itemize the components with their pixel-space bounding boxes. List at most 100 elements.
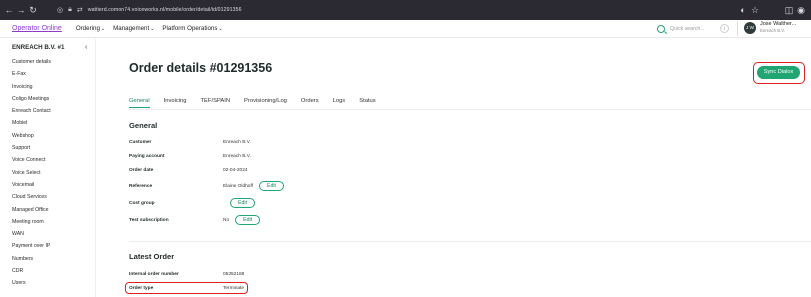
back-arrow-icon[interactable]: ← xyxy=(3,0,15,20)
tab-invoicing[interactable]: Invoicing xyxy=(164,97,187,109)
search-placeholder: Quick search... xyxy=(670,26,705,32)
tab-provisioning-log[interactable]: Provisioning/Log xyxy=(244,97,287,109)
sidebar: ENREACH B.V. #1 ‹ Customer details E-Fax… xyxy=(0,39,96,297)
sidebar-item-voice-select[interactable]: Voice Select xyxy=(12,167,51,179)
customer-label: Customer xyxy=(129,139,152,145)
brand-link[interactable]: Operator Online xyxy=(12,25,62,32)
test-subscription-value: No xyxy=(223,217,230,223)
tab-orders[interactable]: Orders xyxy=(301,97,319,109)
sidebar-item-managed-office[interactable]: Managed Office xyxy=(12,204,51,216)
internal-order-row: Internal order number 05352188 xyxy=(129,268,429,280)
tab-status[interactable]: Status xyxy=(359,97,375,109)
customer-row: Customer Enreach B.V. xyxy=(129,136,429,148)
sidebar-item-voicemail[interactable]: Voicemail xyxy=(12,179,51,191)
edit-reference-button[interactable]: Edit xyxy=(259,181,284,191)
account-icon[interactable]: ◉ xyxy=(795,0,807,20)
chevron-down-icon: ⌄ xyxy=(218,26,223,32)
user-org: Enreach B.V. xyxy=(760,28,785,33)
nav-platform-operations-label: Platform Operations xyxy=(162,25,218,32)
nav-platform-operations[interactable]: Platform Operations⌄ xyxy=(162,25,222,32)
page-title: Order details #01291356 xyxy=(129,61,273,75)
sidebar-item-coligo-meetings[interactable]: Coligo Meetings xyxy=(12,93,51,105)
chevron-left-icon[interactable]: ‹ xyxy=(85,44,87,51)
tab-general[interactable]: General xyxy=(129,97,150,109)
tab-divider xyxy=(129,109,811,110)
sidebar-item-payment-over-ip[interactable]: Payment over IP xyxy=(12,240,51,252)
extension-icon[interactable]: ◐ xyxy=(737,0,749,20)
bookmark-star-icon[interactable]: ☆ xyxy=(749,0,761,20)
sidebar-item-support[interactable]: Support xyxy=(12,142,51,154)
browser-nav: ← → ↻ xyxy=(3,0,39,20)
general-section-title: General xyxy=(129,121,158,130)
order-date-row: Order date 02-04-2024 xyxy=(129,164,429,176)
latest-order-title: Latest Order xyxy=(129,252,175,261)
paying-account-value: Enreach B.V. xyxy=(223,153,251,159)
sidebar-item-users[interactable]: Users xyxy=(12,277,51,289)
sync-dialox-button[interactable]: Sync Dialox xyxy=(757,66,800,79)
address-bar[interactable]: ◎ 🔒︎ ⇄ wattierd.comon74.voiceworks.nl/mo… xyxy=(57,0,737,20)
sidebar-item-e-fax[interactable]: E-Fax xyxy=(12,68,51,80)
reference-value: Elaine Oldhoff xyxy=(223,183,254,189)
reference-row: Reference Elaine Oldhoff Edit xyxy=(129,180,429,192)
lock-icon: 🔒︎ xyxy=(68,6,72,13)
paying-account-row: Paying account Enreach B.V. xyxy=(129,150,429,162)
nav-management[interactable]: Management⌄ xyxy=(113,25,154,32)
browser-right-icons: ◐ ☆ ◫ ◉ xyxy=(737,0,807,20)
tab-tef-spain[interactable]: TEF/SPAIN xyxy=(201,97,231,109)
pocket-icon[interactable]: ◫ xyxy=(783,0,795,20)
cost-group-row: Cost group Edit xyxy=(129,197,429,209)
tracking-icon: ⇄ xyxy=(76,7,83,14)
shield-icon: ◎ xyxy=(57,7,64,14)
chevron-down-icon: ⌄ xyxy=(100,26,106,32)
order-date-label: Order date xyxy=(129,167,154,173)
order-type-value: Terminate xyxy=(223,285,245,291)
search-shortcut-badge: / xyxy=(720,24,729,33)
sidebar-item-customer-details[interactable]: Customer details xyxy=(12,56,51,68)
sidebar-item-cdr[interactable]: CDR xyxy=(12,265,51,277)
chevron-down-icon: ⌄ xyxy=(150,26,155,32)
sidebar-title: ENREACH B.V. #1 xyxy=(12,44,65,51)
sidebar-item-voice-connect[interactable]: Voice Connect xyxy=(12,154,51,166)
sidebar-item-enreach-contact[interactable]: Enreach Contact xyxy=(12,105,51,117)
url-text: wattierd.comon74.voiceworks.nl/mobile/or… xyxy=(87,7,242,13)
header-divider xyxy=(737,22,738,36)
edit-test-subscription-button[interactable]: Edit xyxy=(235,215,261,225)
internal-order-label: Internal order number xyxy=(129,271,179,277)
paying-account-label: Paying account xyxy=(129,153,165,159)
sidebar-item-cloud-services[interactable]: Cloud Services xyxy=(12,191,51,203)
section-divider xyxy=(129,241,811,242)
order-date-value: 02-04-2024 xyxy=(223,167,248,173)
app-header: Operator Online Ordering⌄ Management⌄ Pl… xyxy=(0,20,811,38)
user-menu[interactable]: J W Jose Walther... Enreach B.V. xyxy=(744,21,796,34)
quick-search[interactable]: Quick search... / xyxy=(657,23,729,35)
sidebar-item-numbers[interactable]: Numbers xyxy=(12,253,51,265)
sidebar-item-wan[interactable]: WAN xyxy=(12,228,51,240)
order-type-label: Order type xyxy=(129,285,154,291)
user-name: Jose Walther... xyxy=(760,21,797,27)
customer-value: Enreach B.V. xyxy=(223,139,251,145)
sidebar-menu: Customer details E-Fax Invoicing Coligo … xyxy=(12,56,51,290)
tab-logs[interactable]: Logs xyxy=(333,97,346,109)
forward-arrow-icon[interactable]: → xyxy=(15,0,27,20)
main-content: Order details #01291356 Sync Dialox Gene… xyxy=(96,39,811,297)
cost-group-label: Cost group xyxy=(129,200,155,206)
reload-icon[interactable]: ↻ xyxy=(27,0,39,20)
reference-label: Reference xyxy=(129,183,153,189)
avatar: J W xyxy=(744,21,756,34)
sidebar-item-invoicing[interactable]: Invoicing xyxy=(12,81,51,93)
order-type-row: Order type Terminate xyxy=(129,282,429,294)
test-subscription-label: Test subscription xyxy=(129,217,169,223)
internal-order-value: 05352188 xyxy=(223,271,245,277)
nav-ordering-label: Ordering xyxy=(75,25,100,32)
nav-management-label: Management xyxy=(113,25,150,32)
test-subscription-row: Test subscription No Edit xyxy=(129,214,429,226)
browser-toolbar: ← → ↻ ◎ 🔒︎ ⇄ wattierd.comon74.voiceworks… xyxy=(0,0,811,20)
edit-cost-group-button[interactable]: Edit xyxy=(230,198,255,208)
top-navigation: Ordering⌄ Management⌄ Platform Operation… xyxy=(76,25,231,32)
nav-ordering[interactable]: Ordering⌄ xyxy=(76,25,105,32)
search-icon xyxy=(657,25,665,33)
sidebar-item-meeting-room[interactable]: Meeting room xyxy=(12,216,51,228)
user-info: Jose Walther... Enreach B.V. xyxy=(760,21,796,34)
sidebar-item-webshop[interactable]: Webshop xyxy=(12,130,51,142)
sidebar-item-mobiel[interactable]: Mobiel xyxy=(12,117,51,129)
